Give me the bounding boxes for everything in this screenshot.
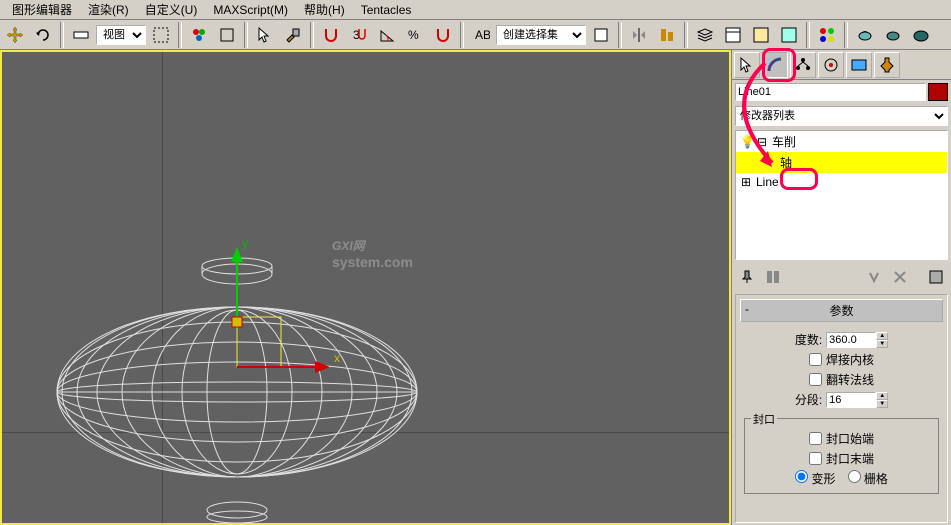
morph-radio[interactable] <box>795 470 808 483</box>
display-tab-icon[interactable] <box>846 52 872 78</box>
command-panel-tabs <box>732 50 951 80</box>
menu-item-2[interactable]: 自定义(U) <box>137 0 206 20</box>
degrees-spinner[interactable]: ▲▼ <box>826 332 888 348</box>
create-tab-icon[interactable] <box>734 52 760 78</box>
remove-modifier-icon[interactable] <box>888 266 912 288</box>
cap-group-label: 封口 <box>751 411 777 427</box>
grid-label: 栅格 <box>864 472 888 486</box>
weld-core-label: 焊接内核 <box>826 351 874 368</box>
snap-toggle-icon[interactable] <box>318 22 344 48</box>
expand-icon[interactable]: ⊞ <box>740 175 752 189</box>
mirror-icon[interactable] <box>626 22 652 48</box>
command-panel: 修改器列表 💡 ⊟ 车削 轴 ⊞ Line <box>731 50 951 525</box>
scene-explorer-icon[interactable] <box>720 22 746 48</box>
cap-start-checkbox[interactable] <box>809 432 822 445</box>
align-icon[interactable] <box>654 22 680 48</box>
view-select[interactable]: 视图 <box>96 25 146 45</box>
params-rollout-title: 参数 <box>829 304 853 318</box>
object-name-row <box>732 80 951 104</box>
rollout-toggle-icon: - <box>745 302 749 316</box>
cap-start-label: 封口始端 <box>826 430 874 447</box>
snap3-icon[interactable]: 3 <box>346 22 372 48</box>
selection-set-select[interactable]: 创建选择集 <box>496 25 586 45</box>
configure-sets-icon[interactable] <box>924 266 948 288</box>
stack-item-line[interactable]: ⊞ Line <box>736 173 947 191</box>
lightbulb-icon: 💡 <box>740 135 752 149</box>
stack-toolbar <box>735 264 948 290</box>
menu-bar: 图形编辑器 渲染(R) 自定义(U) MAXScript(M) 帮助(H) Te… <box>0 0 951 20</box>
spinner-snap-icon[interactable] <box>430 22 456 48</box>
cap-end-label: 封口末端 <box>826 450 874 467</box>
modifier-stack[interactable]: 💡 ⊟ 车削 轴 ⊞ Line <box>735 130 948 260</box>
selection-icon[interactable] <box>214 22 240 48</box>
quick-render-icon[interactable] <box>908 22 934 48</box>
stack-line-label: Line <box>756 175 779 189</box>
stack-axis-label: 轴 <box>780 154 792 171</box>
layers-icon[interactable] <box>692 22 718 48</box>
params-rollout-header[interactable]: - 参数 <box>740 299 943 322</box>
degrees-input[interactable] <box>826 332 876 348</box>
svg-text:y: y <box>242 236 248 250</box>
menu-item-5[interactable]: Tentacles <box>353 1 420 19</box>
select-window-icon[interactable] <box>148 22 174 48</box>
params-rollout-body: 度数: ▲▼ 焊接内核 翻转法线 分段: <box>740 322 943 500</box>
stack-item-lathe[interactable]: 💡 ⊟ 车削 <box>736 131 947 152</box>
menu-item-0[interactable]: 图形编辑器 <box>4 0 80 20</box>
grid-radio[interactable] <box>848 470 861 483</box>
flip-normals-checkbox[interactable] <box>809 373 822 386</box>
schematic-icon[interactable] <box>776 22 802 48</box>
undo-icon[interactable] <box>30 22 56 48</box>
svg-text:%: % <box>408 28 419 42</box>
edit-set-icon[interactable] <box>588 22 614 48</box>
modifier-list-dropdown[interactable]: 修改器列表 <box>735 106 948 126</box>
object-name-input[interactable] <box>735 83 926 101</box>
segments-label: 分段: <box>795 391 822 408</box>
collapse-icon[interactable]: ⊟ <box>756 135 768 149</box>
main-toolbar: 视图 3 % ABC 创建选择集 <box>0 20 951 50</box>
move-tool-icon[interactable] <box>2 22 28 48</box>
curve-editor-icon[interactable] <box>748 22 774 48</box>
pin-stack-icon[interactable] <box>735 266 759 288</box>
segments-input[interactable] <box>826 392 876 408</box>
svg-text:ABC: ABC <box>475 28 490 42</box>
make-unique-icon[interactable] <box>862 266 886 288</box>
motion-tab-icon[interactable] <box>818 52 844 78</box>
viewport[interactable]: y x GXI网 system.com <box>0 50 731 525</box>
object-color-swatch[interactable] <box>928 83 948 101</box>
main-area: y x GXI网 system.com <box>0 50 951 525</box>
utilities-tab-icon[interactable] <box>874 52 900 78</box>
stack-item-axis[interactable]: 轴 <box>736 152 947 173</box>
spinner-buttons-2[interactable]: ▲▼ <box>876 392 888 408</box>
viewport-geometry: y x <box>2 52 729 523</box>
render-setup-icon[interactable] <box>852 22 878 48</box>
angle-snap-icon[interactable] <box>374 22 400 48</box>
show-end-result-icon[interactable] <box>761 266 785 288</box>
hierarchy-tab-icon[interactable] <box>790 52 816 78</box>
morph-label: 变形 <box>811 472 835 486</box>
rollout-area: - 参数 度数: ▲▼ 焊接内核 翻转法线 <box>735 294 948 523</box>
menu-item-1[interactable]: 渲染(R) <box>80 0 137 20</box>
stack-lathe-label: 车削 <box>772 133 796 150</box>
text-icon[interactable]: ABC <box>468 22 494 48</box>
filter-icon[interactable] <box>186 22 212 48</box>
modify-tab-icon[interactable] <box>762 52 788 78</box>
menu-item-4[interactable]: 帮助(H) <box>296 0 353 20</box>
degrees-label: 度数: <box>795 331 822 348</box>
flip-normals-label: 翻转法线 <box>826 371 874 388</box>
material-editor-icon[interactable] <box>814 22 840 48</box>
weld-core-checkbox[interactable] <box>809 353 822 366</box>
segments-spinner[interactable]: ▲▼ <box>826 392 888 408</box>
cap-end-checkbox[interactable] <box>809 452 822 465</box>
percent-snap-icon[interactable]: % <box>402 22 428 48</box>
cursor-icon[interactable] <box>252 22 278 48</box>
paint-icon[interactable] <box>280 22 306 48</box>
link-icon[interactable] <box>68 22 94 48</box>
menu-item-3[interactable]: MAXScript(M) <box>205 1 296 19</box>
spinner-buttons[interactable]: ▲▼ <box>876 332 888 348</box>
svg-text:x: x <box>334 351 340 365</box>
render-icon[interactable] <box>880 22 906 48</box>
